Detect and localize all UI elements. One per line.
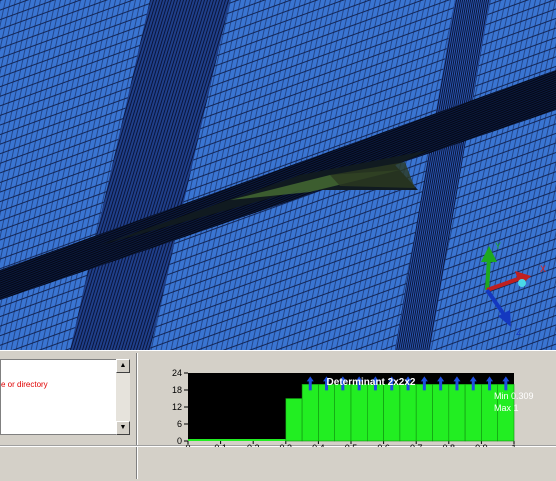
histogram-bar: [399, 384, 417, 442]
y-tick-label: 0: [177, 436, 182, 446]
y-tick-label: 12: [172, 402, 182, 412]
histogram-bar: [285, 398, 303, 442]
x-tick-label: 0.9: [475, 443, 488, 447]
chart-max-annotation: Max 1: [494, 403, 519, 413]
chart-title: Determinant 2x2x2: [327, 377, 416, 388]
x-tick-label: 0.4: [312, 443, 325, 447]
scroll-down-arrow-icon[interactable]: ▼: [116, 421, 130, 435]
mesh-view: Y X Z: [0, 0, 556, 350]
x-tick-label: 0.5: [345, 443, 358, 447]
scroll-up-arrow-icon[interactable]: ▲: [116, 359, 130, 373]
x-tick-label: 0.1: [214, 443, 227, 447]
message-scrollbar[interactable]: ▲ ▼: [116, 359, 130, 435]
x-tick-label: 0: [185, 443, 190, 447]
triad-y-label: Y: [495, 241, 501, 251]
determinant-histogram: 0 6 12 18 24 0 0.1 0.2 0.3 0.4 0.5 0.6 0.7 0.8 0.9 1 D…: [172, 368, 534, 447]
message-panel[interactable]: e or directory: [0, 359, 117, 435]
triad-z-label: Z: [516, 327, 522, 337]
histogram-bar: [464, 384, 482, 442]
x-tick-label: 1: [511, 443, 516, 447]
y-tick-label: 6: [177, 419, 182, 429]
x-tick-label: 0.2: [247, 443, 260, 447]
x-tick-label: 0.6: [377, 443, 390, 447]
histogram-bar: [432, 384, 450, 442]
triad-x-label: X: [540, 264, 546, 274]
histogram-bar: [318, 384, 335, 442]
histogram-bar: [301, 384, 319, 442]
mesh-viewport[interactable]: Y X Z: [0, 0, 556, 350]
histogram-bar: [350, 384, 368, 442]
y-tick-label: 18: [172, 385, 182, 395]
chart-min-annotation: Min 0.309: [494, 391, 534, 401]
x-tick-label: 0.7: [410, 443, 423, 447]
panel-divider: [136, 353, 138, 479]
histogram-bar: [383, 384, 401, 442]
histogram-bar: [448, 384, 466, 442]
histogram-bar: [334, 384, 352, 442]
message-text: e or directory: [1, 380, 48, 389]
histogram-bar: [367, 384, 384, 442]
bottom-panel: e or directory ▲ ▼ 0 6 12 18 24 0 0.1 0.2 0.3 0.…: [0, 350, 556, 481]
x-tick-label: 0.3: [280, 443, 293, 447]
histogram-bar: [415, 384, 433, 442]
x-tick-label: 0.8: [443, 443, 456, 447]
y-tick-label: 24: [172, 368, 182, 378]
